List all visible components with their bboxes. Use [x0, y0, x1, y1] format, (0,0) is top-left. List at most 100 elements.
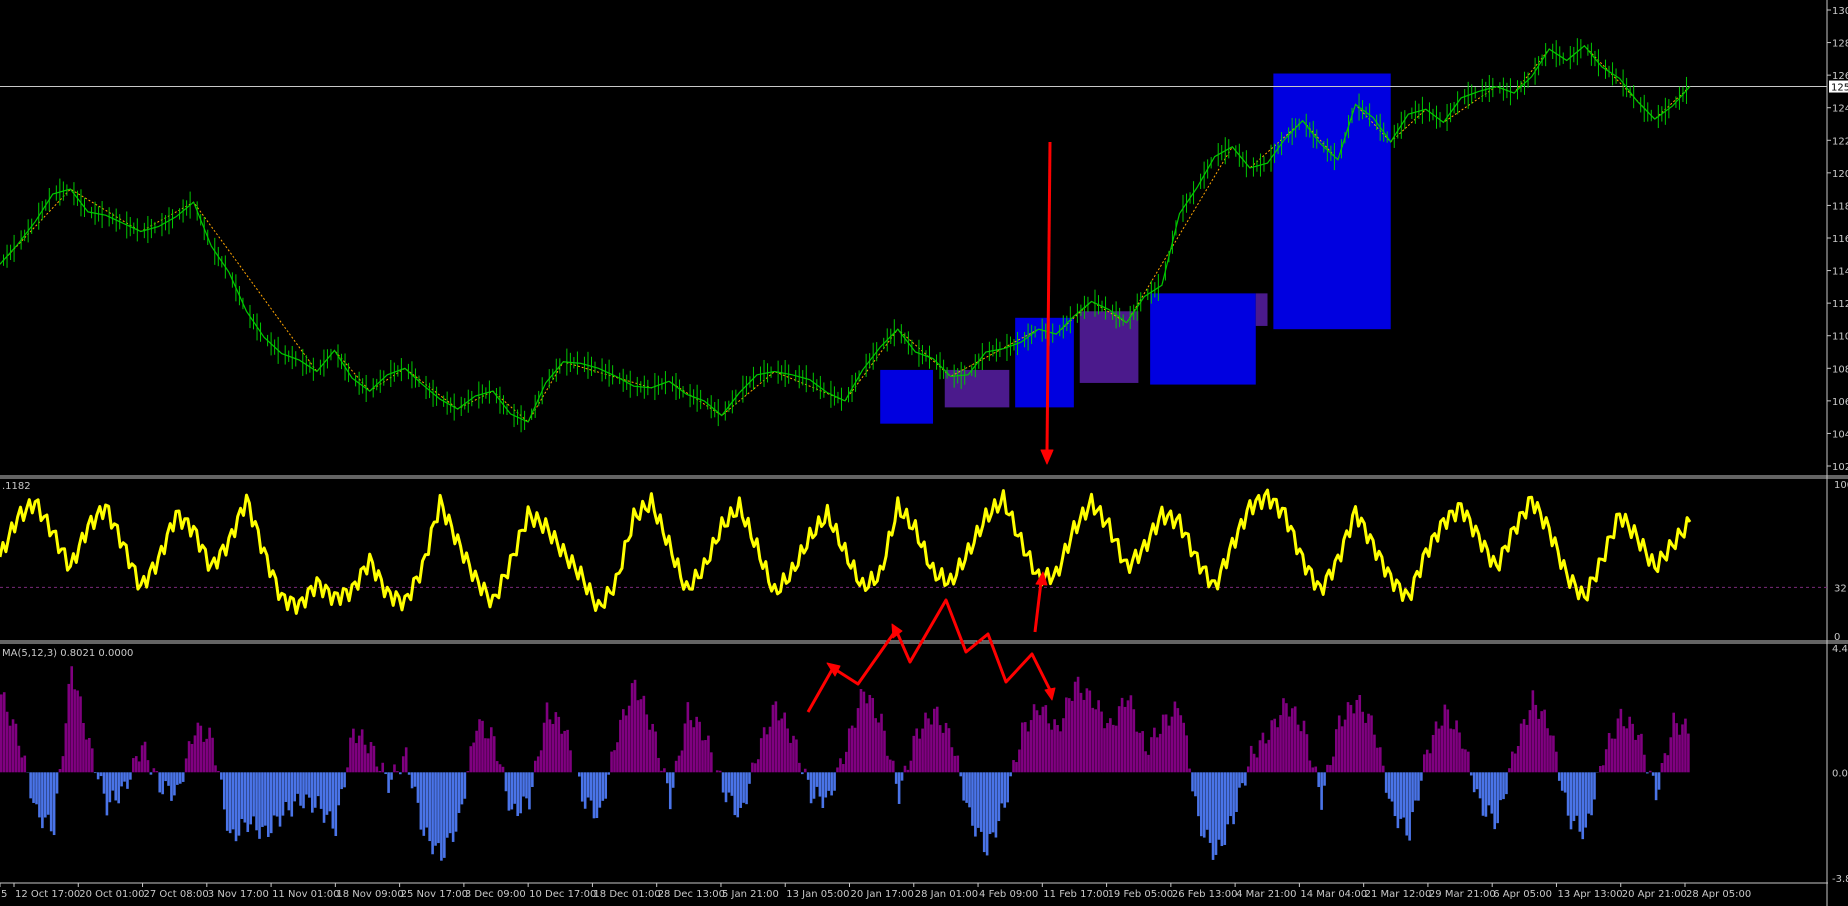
price-box-blue: [880, 369, 934, 424]
histogram-bar-positive: [1120, 697, 1124, 773]
histogram-bar-positive: [1511, 751, 1514, 773]
histogram-bar-positive: [1032, 704, 1036, 773]
histogram-bar-positive: [759, 738, 763, 773]
histogram-bar-positive: [701, 740, 704, 773]
histogram-bar-positive: [874, 718, 877, 773]
histogram-bar-negative: [225, 772, 229, 831]
histogram-bar-positive: [1516, 746, 1520, 773]
histogram-bar-positive: [88, 737, 91, 773]
current-price-tag: 125: [1829, 80, 1848, 94]
histogram-bar-positive: [1070, 700, 1074, 773]
histogram-bar-positive: [146, 760, 150, 773]
histogram-bar-negative: [1197, 772, 1200, 817]
histogram-bar-positive: [1552, 735, 1555, 773]
histogram-bar-negative: [1566, 772, 1570, 816]
histogram-bars: [0, 666, 1690, 861]
histogram-bar-positive: [1135, 731, 1139, 773]
price-box-purple: [1079, 311, 1139, 383]
histogram-bar-positive: [698, 721, 701, 773]
histogram-bar-negative: [178, 772, 182, 784]
histogram-bar-negative: [1323, 772, 1326, 786]
histogram-bar-negative: [176, 772, 179, 785]
histogram-bar-positive: [1631, 723, 1634, 773]
histogram-bar-positive: [1681, 724, 1684, 773]
histogram-bar-negative: [519, 772, 522, 814]
histogram-bar-positive: [85, 739, 88, 773]
histogram-bar-negative: [721, 772, 725, 793]
histogram-bar-negative: [228, 772, 232, 834]
histogram-bar-positive: [1288, 716, 1291, 773]
histogram-bar-positive: [692, 727, 696, 773]
histogram-bar-positive: [208, 727, 211, 773]
histogram-bar-positive: [1249, 745, 1253, 773]
histogram-bar-negative: [167, 772, 170, 786]
histogram-bar-positive: [1018, 749, 1021, 773]
histogram-bar-negative: [516, 772, 519, 817]
histogram-bar-negative: [979, 772, 983, 832]
histogram-bar-positive: [1343, 719, 1347, 773]
histogram-bar-positive: [1044, 705, 1048, 773]
histogram-bar-negative: [340, 772, 343, 790]
price-tick-label: 104: [1832, 429, 1848, 440]
histogram-bar-positive: [1643, 754, 1646, 773]
histogram-bar-positive: [768, 726, 772, 773]
histogram-bar-positive: [1637, 734, 1640, 773]
histogram-bar-negative: [416, 772, 420, 803]
histogram-bar-positive: [1106, 723, 1109, 773]
histogram-bar-positive: [903, 765, 907, 773]
histogram-bar-positive: [1141, 731, 1144, 773]
histogram-bar-negative: [266, 772, 270, 837]
histogram-bar-positive: [789, 742, 792, 773]
histogram-bar-positive: [11, 719, 15, 773]
histogram-bar-positive: [689, 720, 693, 773]
histogram-bar-negative: [1405, 772, 1408, 836]
histogram-bar-positive: [1132, 709, 1136, 773]
up-arrow-annotation: [1033, 571, 1048, 633]
histogram-bar-negative: [96, 772, 100, 780]
histogram-bar-negative: [129, 772, 132, 780]
histogram-bar-positive: [1508, 768, 1511, 773]
histogram-bar-negative: [410, 772, 414, 789]
histogram-bar-negative: [1003, 772, 1007, 808]
histogram-bar-negative: [164, 772, 167, 782]
histogram-bar-positive: [82, 723, 85, 773]
histogram-bar-positive: [648, 729, 652, 773]
histogram-bar-positive: [657, 757, 660, 773]
histogram-bar-positive: [660, 770, 663, 773]
histogram-bar-negative: [1229, 772, 1232, 817]
histogram-bar-positive: [927, 718, 930, 773]
histogram-bar-positive: [23, 755, 27, 773]
histogram-bar-positive: [1428, 753, 1432, 773]
histogram-bar-positive: [933, 708, 936, 773]
histogram-bar-negative: [965, 772, 968, 803]
histogram-bar-positive: [1443, 704, 1447, 773]
histogram-bar-positive: [1062, 718, 1065, 773]
histogram-bar-positive: [1079, 692, 1083, 773]
histogram-bar-positive: [355, 743, 358, 773]
histogram-bar-positive: [1669, 737, 1673, 773]
histogram-bar-negative: [830, 772, 833, 796]
histogram-bar-positive: [1279, 715, 1282, 773]
histogram-bar-positive: [868, 694, 872, 773]
histogram-bar-negative: [589, 772, 593, 801]
histogram-bar-positive: [1458, 732, 1461, 773]
histogram-bar-positive: [771, 704, 775, 773]
histogram-bar-positive: [1625, 728, 1629, 773]
histogram-bar-positive: [393, 764, 396, 773]
histogram-bar-positive: [1302, 720, 1306, 773]
histogram-bar-positive: [1367, 713, 1370, 773]
zigzag-arrow-path: [806, 598, 1052, 713]
histogram-bar-positive: [1549, 735, 1552, 773]
histogram-bar-positive: [792, 735, 795, 773]
histogram-bar-negative: [108, 772, 112, 803]
histogram-bar-positive: [1085, 688, 1089, 773]
histogram-bar-positive: [613, 750, 616, 773]
price-bars: [3, 38, 1687, 433]
chart-canvas: 130 128 126 124 122 120 118 116 114 112 110 108 106 1…: [0, 0, 1848, 906]
histogram-bar-positive: [906, 769, 910, 773]
histogram-bar-negative: [1009, 772, 1012, 777]
histogram-bar-positive: [1464, 749, 1467, 773]
histogram-bar-positive: [1610, 738, 1614, 773]
histogram-bar-positive: [1446, 709, 1450, 773]
histogram-bar-negative: [809, 772, 813, 804]
